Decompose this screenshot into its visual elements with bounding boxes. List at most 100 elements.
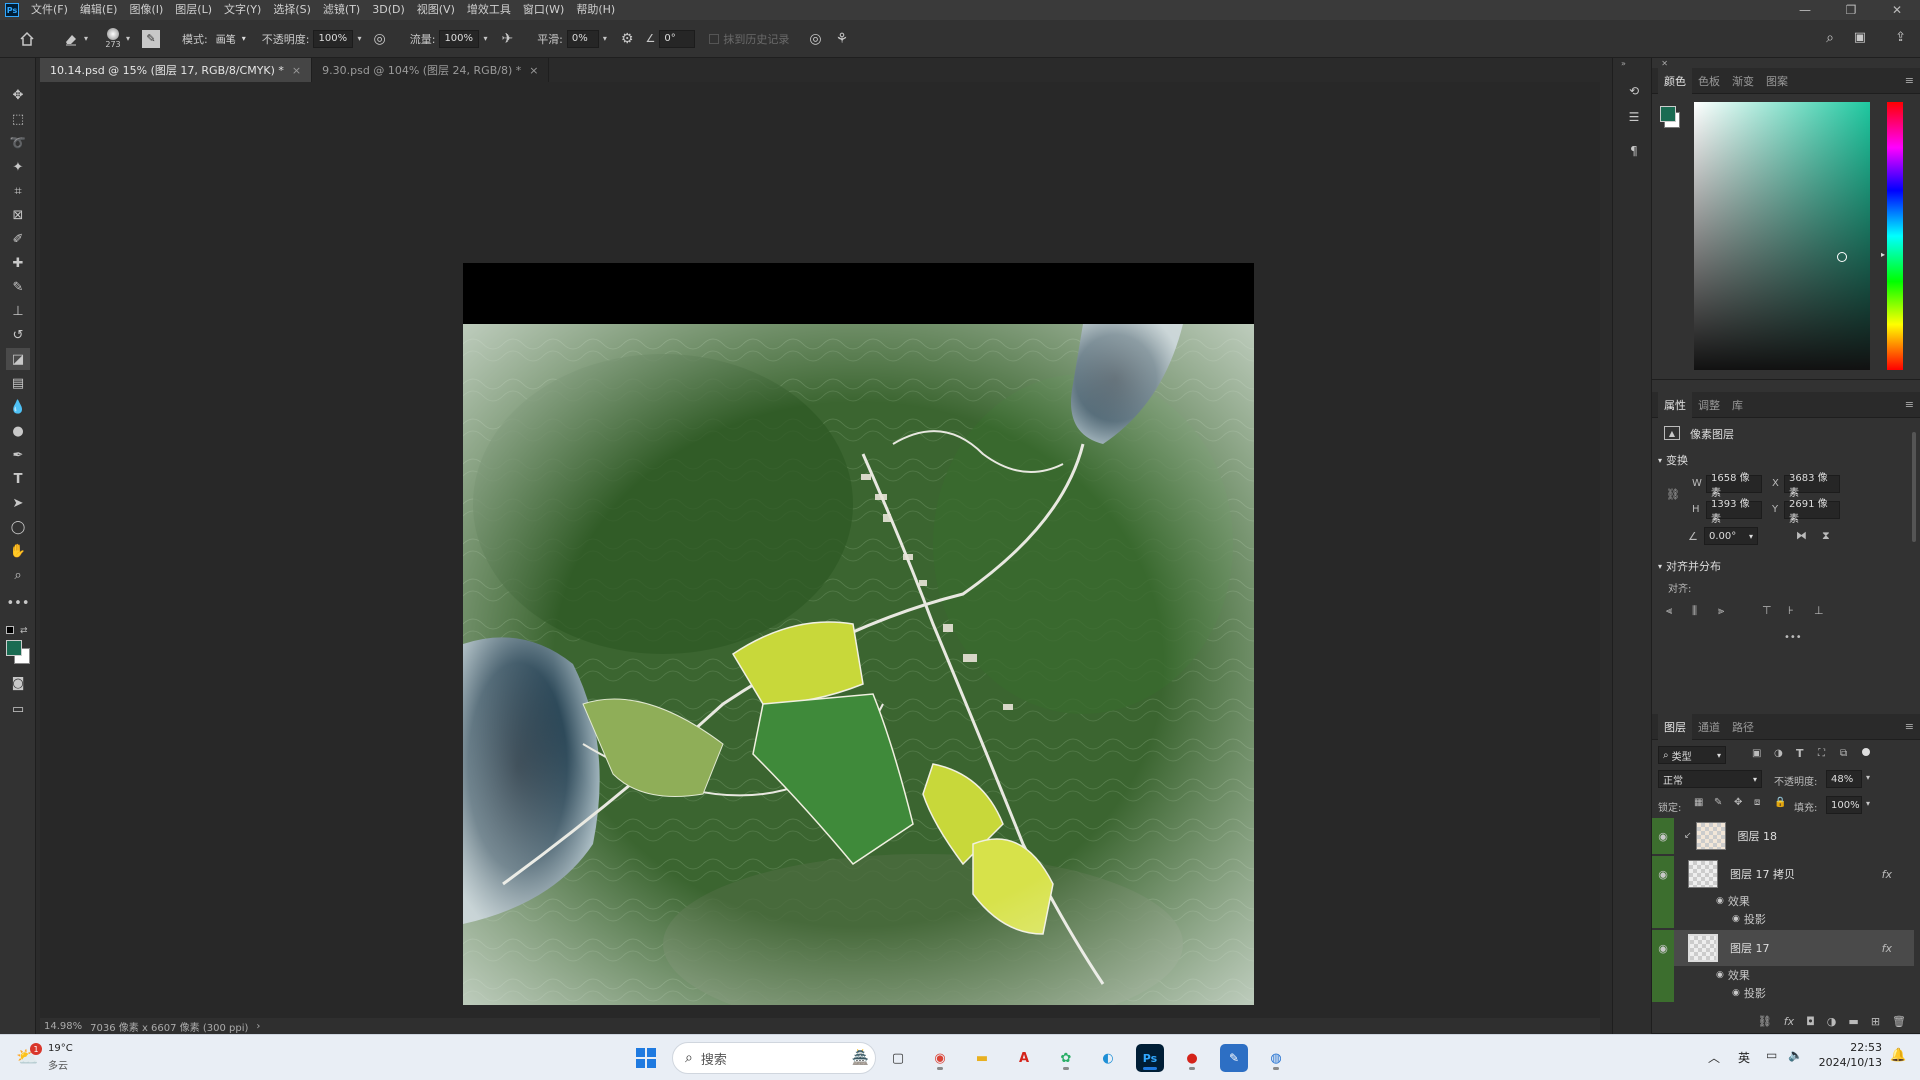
layer-name[interactable]: 图层 17 拷贝	[1730, 866, 1795, 882]
chevron-down-icon[interactable]: ▾	[603, 34, 607, 43]
acrobat-icon[interactable]: A	[1010, 1044, 1038, 1072]
transform-section-header[interactable]: ▾ 变换	[1658, 452, 1688, 468]
foreground-color-swatch[interactable]	[1660, 106, 1676, 122]
chevron-down-icon[interactable]: ▾	[84, 34, 88, 43]
zoom-tool-icon[interactable]: ⌕	[6, 564, 30, 586]
chevron-down-icon[interactable]: ▾	[1866, 799, 1870, 808]
x-input[interactable]: 3683 像素	[1784, 473, 1840, 499]
menu-filter[interactable]: 滤镜(T)	[317, 0, 366, 20]
menu-view[interactable]: 视图(V)	[411, 0, 461, 20]
filter-pixel-icon[interactable]: ▣	[1752, 748, 1761, 759]
zoom-level[interactable]: 14.98%	[44, 1021, 82, 1032]
pressure-opacity-icon[interactable]: ◎	[374, 31, 386, 47]
trash-icon[interactable]: 🗑	[1892, 1015, 1906, 1028]
chevron-down-icon[interactable]: ▾	[357, 34, 361, 43]
move-tool-icon[interactable]: ✥	[6, 84, 30, 106]
marquee-tool-icon[interactable]: ⬚	[6, 108, 30, 130]
tab-color[interactable]: 颜色	[1658, 67, 1692, 94]
more-options-icon[interactable]: •••	[1784, 632, 1802, 643]
visibility-eye-icon[interactable]: ◉	[1652, 856, 1674, 892]
lock-position-icon[interactable]: ✥	[1734, 797, 1742, 808]
menu-select[interactable]: 选择(S)	[267, 0, 317, 20]
visibility-eye-icon[interactable]: ◉	[1732, 988, 1740, 998]
menu-layer[interactable]: 图层(L)	[169, 0, 218, 20]
menu-window[interactable]: 窗口(W)	[517, 0, 570, 20]
tab-patterns[interactable]: 图案	[1760, 68, 1794, 94]
link-icon[interactable]: ⛓	[1666, 488, 1680, 501]
fill-input[interactable]: 100%	[1826, 796, 1862, 814]
filter-smart-object-icon[interactable]: ⧉	[1840, 748, 1847, 759]
search-icon[interactable]: ⌕	[1826, 30, 1834, 46]
app-blue-icon[interactable]: ✎	[1220, 1044, 1248, 1072]
task-view-icon[interactable]: ▢	[884, 1044, 912, 1072]
filter-shape-icon[interactable]: ⛶	[1818, 748, 1825, 759]
eraser-tool-icon[interactable]: ◪	[6, 348, 30, 370]
tab-libraries[interactable]: 库	[1726, 392, 1749, 418]
ime-indicator[interactable]: 英	[1738, 1049, 1750, 1066]
eyedropper-tool-icon[interactable]: ✐	[6, 228, 30, 250]
link-layers-icon[interactable]: ⛓	[1758, 1015, 1772, 1028]
stamp-tool-icon[interactable]: ⊥	[6, 300, 30, 322]
symmetry-icon[interactable]: ⚘	[836, 31, 849, 47]
swap-colors-icon[interactable]: ⇄	[20, 626, 28, 636]
new-layer-icon[interactable]: ⊞	[1871, 1015, 1880, 1028]
lock-transparency-icon[interactable]: ▦	[1694, 797, 1703, 808]
recorder-icon[interactable]: ●	[1178, 1044, 1206, 1072]
chevron-down-icon[interactable]: ▾	[1866, 773, 1870, 782]
color-picker-field[interactable]	[1694, 102, 1870, 370]
align-hcenter-icon[interactable]: ⫼	[1692, 604, 1697, 618]
pressure-size-icon[interactable]: ◎	[809, 31, 821, 47]
panel-menu-icon[interactable]: ≡	[1905, 720, 1914, 733]
align-bottom-icon[interactable]: ⊥	[1814, 604, 1824, 617]
app-round-icon[interactable]: ◍	[1262, 1044, 1290, 1072]
blur-tool-icon[interactable]: 💧	[6, 396, 30, 418]
photoshop-taskbar-icon[interactable]: Ps	[1136, 1044, 1164, 1072]
flip-vertical-icon[interactable]: ⧗	[1822, 529, 1830, 543]
close-button[interactable]: ✕	[1874, 0, 1920, 20]
screen-mode-icon[interactable]: ▭	[6, 698, 30, 720]
workspace-icon[interactable]: ▣	[1854, 30, 1866, 45]
panel-scrollbar[interactable]	[1912, 432, 1916, 542]
close-icon[interactable]: ×	[292, 64, 301, 77]
magic-wand-tool-icon[interactable]: ✦	[6, 156, 30, 178]
panel-menu-icon[interactable]: ≡	[1905, 74, 1914, 87]
filter-type-icon[interactable]: T	[1796, 747, 1804, 760]
type-tool-icon[interactable]: T	[6, 468, 30, 490]
document-canvas[interactable]	[463, 263, 1254, 1005]
mode-select[interactable]: 画笔 ▾	[212, 30, 250, 48]
healing-brush-tool-icon[interactable]: ✚	[6, 252, 30, 274]
foreground-color-swatch[interactable]	[6, 640, 22, 656]
hand-tool-icon[interactable]: ✋	[6, 540, 30, 562]
edge-icon[interactable]: ◐	[1094, 1044, 1122, 1072]
more-tools-icon[interactable]: •••	[6, 592, 30, 614]
layer-name[interactable]: 图层 18	[1738, 828, 1778, 844]
tab-gradients[interactable]: 渐变	[1726, 68, 1760, 94]
tab-properties[interactable]: 属性	[1658, 391, 1692, 418]
layer-row[interactable]: ◉ 图层 17 拷贝 fx	[1652, 856, 1914, 892]
taskbar-search-box[interactable]: ⌕ 搜索 🏯	[672, 1042, 876, 1074]
smoothing-input[interactable]: 0%	[566, 29, 599, 48]
adjustments-panel-icon[interactable]: ☰	[1623, 106, 1645, 128]
visibility-eye-icon[interactable]: ◉	[1652, 818, 1674, 854]
menu-type[interactable]: 文字(Y)	[218, 0, 267, 20]
effect-drop-shadow-row[interactable]: ◉ 投影	[1652, 984, 1914, 1002]
minimize-button[interactable]: —	[1782, 0, 1828, 20]
effects-row[interactable]: ◉ 效果	[1652, 892, 1914, 910]
gradient-tool-icon[interactable]: ▤	[6, 372, 30, 394]
opacity-input[interactable]: 100%	[313, 29, 354, 48]
eraser-tool-icon[interactable]	[60, 28, 82, 50]
tab-adjustments[interactable]: 调整	[1692, 392, 1726, 418]
pen-tool-icon[interactable]: ✒	[6, 444, 30, 466]
path-selection-tool-icon[interactable]: ➤	[6, 492, 30, 514]
menu-plugins[interactable]: 增效工具	[461, 0, 517, 20]
align-section-header[interactable]: ▾ 对齐并分布	[1658, 558, 1721, 574]
blend-mode-select[interactable]: 正常 ▾	[1658, 770, 1762, 788]
effects-row[interactable]: ◉ 效果	[1652, 966, 1914, 984]
close-icon[interactable]: ×	[529, 64, 538, 77]
effect-drop-shadow-row[interactable]: ◉ 投影	[1652, 910, 1914, 928]
angle-input[interactable]: 0°	[659, 29, 696, 48]
collapse-arrows-icon[interactable]: »	[1621, 59, 1626, 68]
windows-start-icon[interactable]	[636, 1048, 656, 1068]
share-icon[interactable]: ⇪	[1895, 30, 1906, 45]
panel-menu-icon[interactable]: ≡	[1905, 398, 1914, 411]
